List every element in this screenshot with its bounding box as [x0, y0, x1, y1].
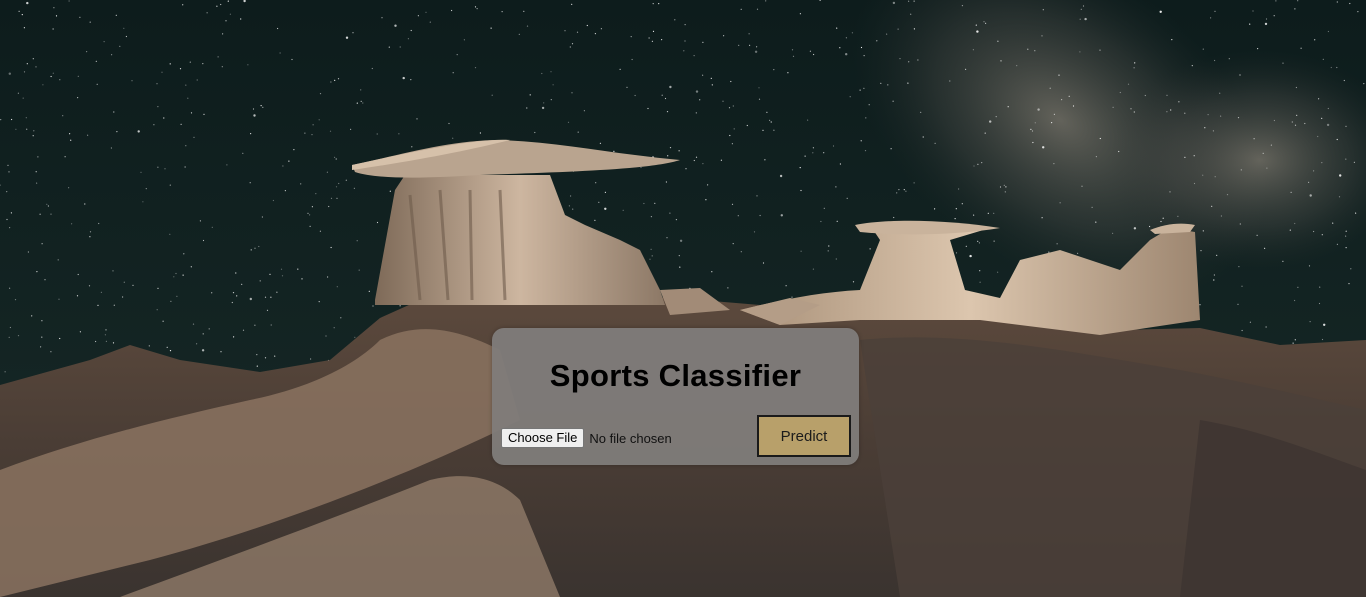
night-sky-landscape: [0, 0, 1366, 597]
file-status-text: No file chosen: [589, 430, 672, 446]
classifier-card: Sports Classifier Choose File No file ch…: [492, 328, 859, 465]
choose-file-button[interactable]: Choose File: [501, 428, 585, 448]
page-title: Sports Classifier: [549, 358, 802, 393]
file-input[interactable]: Choose File No file chosen: [501, 428, 672, 448]
background-photo: [0, 0, 1366, 597]
predict-button[interactable]: Predict: [757, 415, 851, 457]
